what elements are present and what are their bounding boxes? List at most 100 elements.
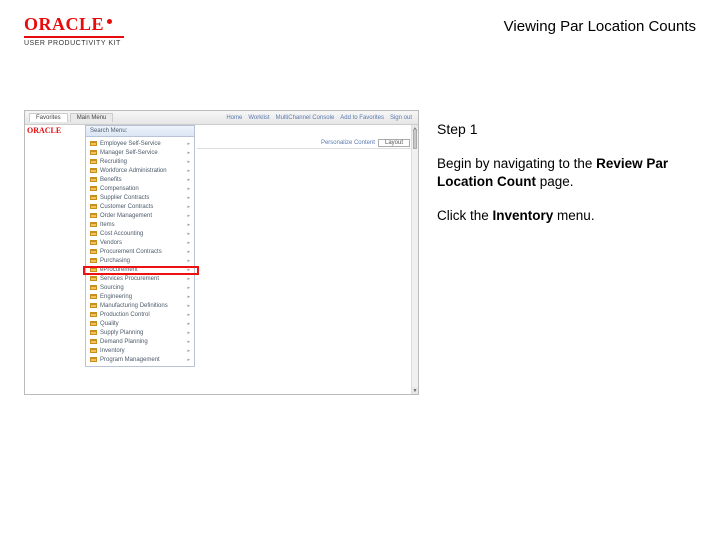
scrollbar[interactable]: ▲ ▼ bbox=[411, 125, 418, 394]
menu-item-label: Employee Self-Service bbox=[100, 141, 161, 147]
folder-icon bbox=[90, 168, 97, 173]
chevron-right-icon: ▸ bbox=[184, 204, 190, 210]
menu-item[interactable]: Services Procurement▸ bbox=[86, 274, 194, 283]
menu-item[interactable]: Customer Contracts▸ bbox=[86, 202, 194, 211]
menu-item[interactable]: Manager Self-Service ▸ bbox=[86, 148, 194, 157]
nav-mcc[interactable]: MultiChannel Console bbox=[276, 115, 335, 121]
instruction-line-2: Click the Inventory menu. bbox=[437, 207, 696, 225]
folder-icon bbox=[90, 186, 97, 191]
menu-item[interactable]: Program Management▸ bbox=[86, 355, 194, 364]
chevron-right-icon: ▸ bbox=[184, 159, 190, 165]
chevron-right-icon: ▸ bbox=[184, 330, 190, 336]
menu-item[interactable]: Engineering ▸ bbox=[86, 292, 194, 301]
menu-item-label: eProcurement bbox=[100, 267, 138, 273]
folder-icon bbox=[90, 231, 97, 236]
chevron-right-icon: ▸ bbox=[184, 249, 190, 255]
menu-item[interactable]: Compensation▸ bbox=[86, 184, 194, 193]
nav-worklist[interactable]: Worklist bbox=[248, 115, 269, 121]
folder-icon bbox=[90, 204, 97, 209]
screenshot-topbar: Favorites Main Menu Home Worklist MultiC… bbox=[25, 111, 418, 125]
logo-underline bbox=[24, 36, 124, 38]
chevron-right-icon: ▸ bbox=[184, 168, 190, 174]
menu-item-label: Supply Planning bbox=[100, 330, 143, 336]
menu-item-label: Benefits bbox=[100, 177, 122, 183]
menu-item-label: Supplier Contracts bbox=[100, 195, 149, 201]
menu-item[interactable]: Production Control▸ bbox=[86, 310, 194, 319]
folder-icon bbox=[90, 276, 97, 281]
menu-item[interactable]: Demand Planning▸ bbox=[86, 337, 194, 346]
logo-dot-icon bbox=[107, 19, 112, 24]
screenshot-brand: ORACLE bbox=[27, 126, 61, 135]
menu-item-label: Manager Self-Service bbox=[100, 150, 158, 156]
folder-icon bbox=[90, 303, 97, 308]
folder-icon bbox=[90, 141, 97, 146]
step-label: Step 1 bbox=[437, 120, 696, 139]
menu-item-label: Recruiting bbox=[100, 159, 127, 165]
menu-item-label: Quality bbox=[100, 321, 119, 327]
menu-item[interactable]: Manufacturing Definitions▸ bbox=[86, 301, 194, 310]
chevron-right-icon: ▸ bbox=[184, 357, 190, 363]
menu-item-label: Compensation bbox=[100, 186, 139, 192]
folder-icon bbox=[90, 348, 97, 353]
menu-item[interactable]: Employee Self-Service ▸ bbox=[86, 139, 194, 148]
logo-text: ORACLE bbox=[24, 14, 104, 35]
chevron-right-icon: ▸ bbox=[184, 150, 190, 156]
chevron-right-icon: ▸ bbox=[184, 258, 190, 264]
chevron-right-icon: ▸ bbox=[184, 240, 190, 246]
page-title: Viewing Par Location Counts bbox=[504, 18, 696, 35]
instruction-panel: Step 1 Begin by navigating to the Review… bbox=[437, 110, 696, 395]
menu-list: Employee Self-Service▸Manager Self-Servi… bbox=[86, 137, 194, 366]
menu-item[interactable]: Supply Planning ▸ bbox=[86, 328, 194, 337]
folder-icon bbox=[90, 240, 97, 245]
chevron-right-icon: ▸ bbox=[184, 141, 190, 147]
menu-item-label: Demand Planning bbox=[100, 339, 148, 345]
chevron-right-icon: ▸ bbox=[184, 177, 190, 183]
chevron-right-icon: ▸ bbox=[184, 231, 190, 237]
menu-item-label: Vendors bbox=[100, 240, 122, 246]
menu-item[interactable]: eProcurement ▸ bbox=[86, 265, 194, 274]
menu-panel-header: Search Menu: bbox=[86, 126, 194, 137]
nav-home[interactable]: Home bbox=[226, 115, 242, 121]
chevron-right-icon: ▸ bbox=[184, 267, 190, 273]
menu-item[interactable]: Order Management▸ bbox=[86, 211, 194, 220]
menu-item[interactable]: Items▸ bbox=[86, 220, 194, 229]
folder-icon bbox=[90, 177, 97, 182]
scroll-down-icon[interactable]: ▼ bbox=[412, 387, 418, 394]
tab-favorites[interactable]: Favorites bbox=[29, 113, 68, 122]
menu-item[interactable]: Quality▸ bbox=[86, 319, 194, 328]
folder-icon bbox=[90, 321, 97, 326]
folder-icon bbox=[90, 195, 97, 200]
menu-item-label: Inventory bbox=[100, 348, 125, 354]
menu-item[interactable]: Vendors ▸ bbox=[86, 238, 194, 247]
menu-item[interactable]: Cost Accounting▸ bbox=[86, 229, 194, 238]
menu-item[interactable]: Supplier Contracts▸ bbox=[86, 193, 194, 202]
nav-signout[interactable]: Sign out bbox=[390, 115, 412, 121]
folder-icon bbox=[90, 222, 97, 227]
folder-icon bbox=[90, 330, 97, 335]
menu-item[interactable]: Procurement Contracts ▸ bbox=[86, 247, 194, 256]
menu-item-label: Engineering bbox=[100, 294, 132, 300]
menu-item[interactable]: Recruiting ▸ bbox=[86, 157, 194, 166]
menu-item[interactable]: Benefits ▸ bbox=[86, 175, 194, 184]
chevron-right-icon: ▸ bbox=[184, 285, 190, 291]
folder-icon bbox=[90, 294, 97, 299]
chevron-right-icon: ▸ bbox=[184, 294, 190, 300]
menu-item-label: Services Procurement bbox=[100, 276, 159, 282]
chevron-right-icon: ▸ bbox=[184, 303, 190, 309]
tab-main-menu[interactable]: Main Menu bbox=[70, 113, 114, 122]
layout-select[interactable]: Layout bbox=[378, 139, 410, 147]
menu-item-label: Order Management bbox=[100, 213, 152, 219]
menu-item-label: Workforce Administration bbox=[100, 168, 167, 174]
app-screenshot: Favorites Main Menu Home Worklist MultiC… bbox=[24, 110, 419, 395]
scroll-thumb[interactable] bbox=[413, 129, 417, 149]
menu-item-label: Procurement Contracts bbox=[100, 249, 162, 255]
menu-item[interactable]: Sourcing▸ bbox=[86, 283, 194, 292]
nav-add-fav[interactable]: Add to Favorites bbox=[340, 115, 384, 121]
menu-item-label: Purchasing bbox=[100, 258, 130, 264]
folder-icon bbox=[90, 312, 97, 317]
menu-item[interactable]: Purchasing ▸ bbox=[86, 256, 194, 265]
menu-item[interactable]: Inventory▸ bbox=[86, 346, 194, 355]
folder-icon bbox=[90, 159, 97, 164]
menu-item[interactable]: Workforce Administration ▸ bbox=[86, 166, 194, 175]
personalize-link[interactable]: Personalize Content bbox=[321, 140, 375, 146]
